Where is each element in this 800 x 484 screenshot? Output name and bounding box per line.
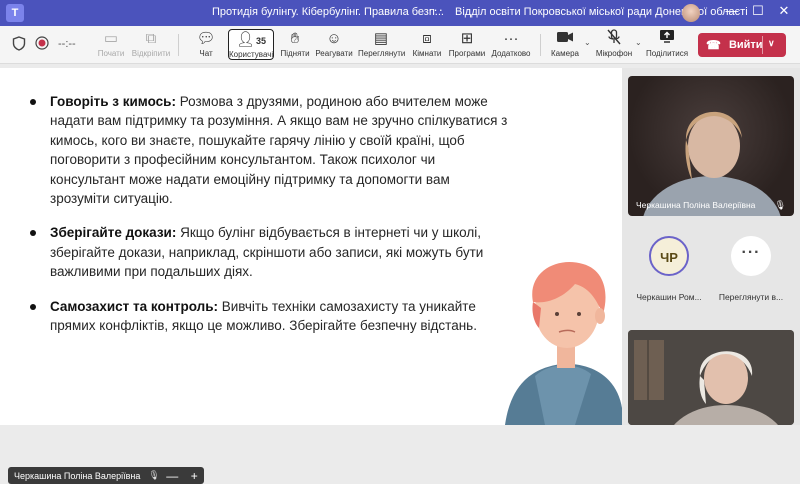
apps-button[interactable]: ⊞ Програми [444,29,490,58]
chat-icon: 💬︎ [196,30,216,47]
leave-label: Вийти [728,39,763,51]
participant-name-label: Черкашина Поліна Валеріївна [636,200,756,210]
react-button[interactable]: ☺ Реагувати [311,29,357,58]
participant-avatar-tile[interactable]: ЧР Черкашин Ром... [628,236,710,302]
bullet-heading: Говоріть з кимось: [50,94,176,109]
maximize-button[interactable]: ☐ [748,3,768,19]
people-count: 35 [256,36,267,46]
participant-gallery: Черкашина Поліна Валеріївна 🎙︎ ЧР Черкаш… [622,68,800,425]
leave-button[interactable]: ☎ Вийти ∨ [698,33,786,57]
slide-bullet: Зберігайте докази: Якщо булінг відбуваєт… [28,223,508,281]
leave-divider [762,36,763,54]
zoom-controls: — + [160,467,204,484]
view-grid-icon: ▤ [373,30,389,47]
view-all-label: Переглянути в... [718,292,784,302]
user-avatar[interactable] [682,4,700,22]
title-bar: T Протидія булінгу. Кібербулінг. Правила… [0,0,800,26]
more-options-icon[interactable]: ··· [428,2,444,17]
add-app-icon: ⊞ [460,30,474,47]
more-actions-button[interactable]: ··· Додатково [488,29,534,58]
slide-bullet-list: Говоріть з кимось: Розмова з друзями, ро… [28,92,508,350]
presenter-name-label: Черкашина Поліна Валеріївна 🎙︎ [8,467,166,484]
slide-bullet: Говоріть з кимось: Розмова з друзями, ро… [28,92,508,208]
mic-options-chevron-icon[interactable]: ⌄ [635,38,642,47]
smiley-icon: ☺ [326,30,342,47]
minimize-button[interactable]: — [722,3,742,18]
unpin-button[interactable]: ⧉ Відкріпити [128,29,174,58]
unpin-icon: ⧉ [145,30,157,47]
shield-icon[interactable] [12,36,26,54]
bullet-text: Розмова з друзями, родиною або вчителем … [50,94,508,207]
microphone-button[interactable]: Мікрофон [591,29,637,58]
meeting-timer: --:-- [58,38,76,50]
participant-name-label: Черкашин Ром... [636,292,702,302]
camera-options-chevron-icon[interactable]: ⌄ [584,38,591,47]
recording-status-icon [35,36,49,53]
zoom-out-button[interactable]: — [166,469,178,483]
mic-off-icon [591,29,637,49]
bullet-heading: Зберігайте докази: [50,225,177,241]
organization-name: Відділ освіти Покровської міської ради Д… [455,6,748,18]
bullet-heading: Самозахист та контроль: [50,298,219,314]
camera-icon [542,29,588,49]
close-window-button[interactable]: ✕ [774,3,794,19]
participant-video-tile[interactable]: Черкашина Поліна Валеріївна 🎙︎ [628,76,794,216]
share-button[interactable]: Поділитися [644,29,690,58]
chat-button[interactable]: 💬︎ Чат [183,29,229,58]
people-button[interactable]: 👤︎35 Користувачі [228,29,274,60]
share-screen-icon [644,29,690,49]
shared-content-stage: Говоріть з кимось: Розмова з друзями, ро… [0,68,622,484]
zoom-in-button[interactable]: + [191,469,198,483]
meeting-toolbar: --:-- ▭ Почати ⧉ Відкріпити 💬︎ Чат 👤︎35 … [0,26,800,64]
camera-button[interactable]: Камера [542,29,588,58]
view-button[interactable]: ▤ Переглянути [358,29,405,58]
more-participants-icon: ··· [731,236,771,276]
participant-video-tile[interactable] [628,330,794,425]
slide-bullet: Самозахист та контроль: Вивчіть техніки … [28,297,508,336]
leave-options-chevron-icon[interactable]: ∨ [768,38,775,49]
people-icon: 👤︎35 [235,31,267,48]
mic-muted-icon: 🎙︎ [774,200,786,210]
teams-logo-icon: T [6,4,24,22]
phone-hangup-icon: ☎ [706,38,721,52]
meeting-title: Протидія булінгу. Кібербулінг. Правила б… [212,6,444,18]
person-illustration [505,258,622,425]
ellipsis-icon: ··· [503,30,519,47]
view-all-participants-tile[interactable]: ··· Переглянути в... [710,236,792,302]
toolbar-divider [178,34,179,56]
toolbar-divider [540,34,541,56]
mic-muted-icon: 🎙︎ [148,470,160,480]
participant-initials-avatar: ЧР [649,236,689,276]
